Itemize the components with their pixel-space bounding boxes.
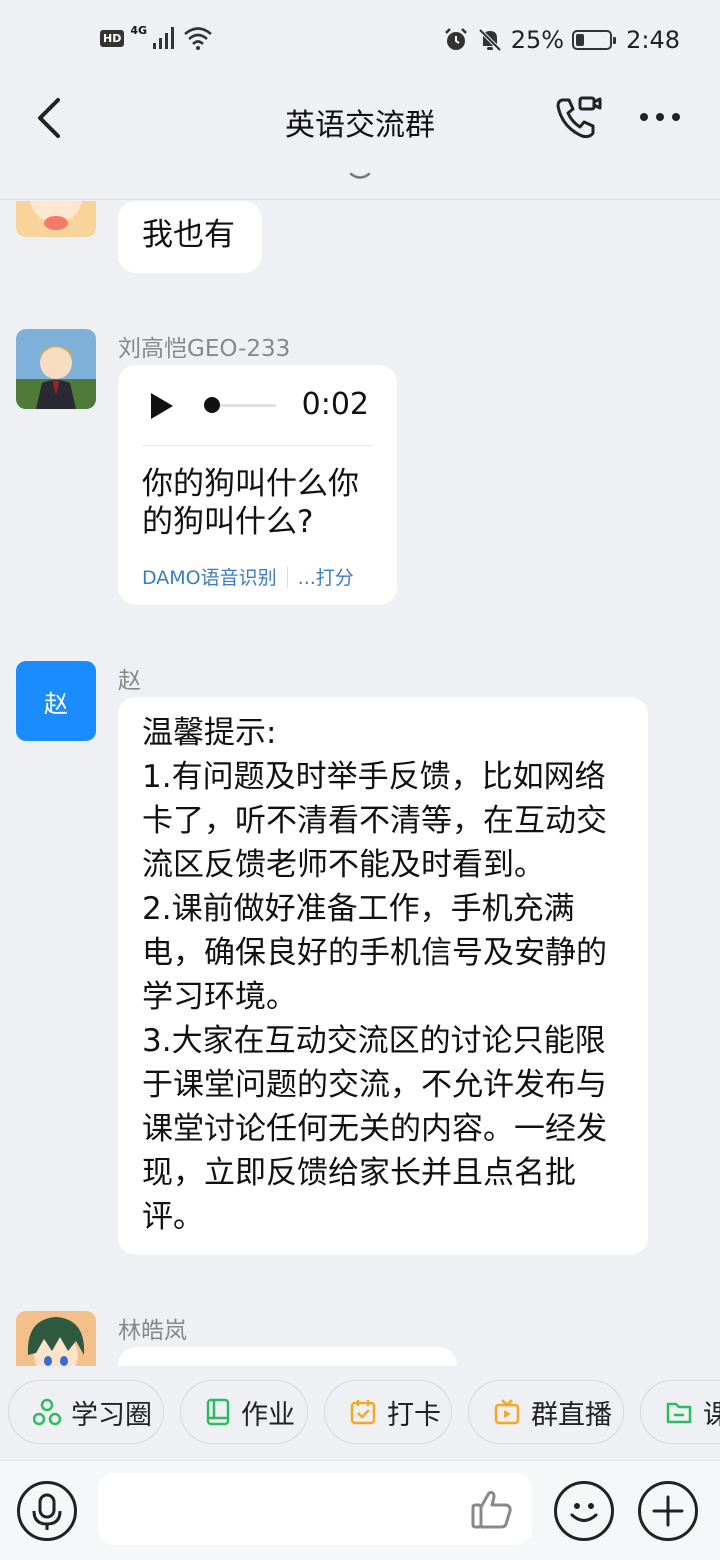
avatar-image [16,329,96,409]
avatar[interactable] [16,329,96,409]
more-button[interactable] [636,102,684,132]
more-icon [640,113,680,121]
message-text: 我也有 [142,217,235,253]
notice-line: 评。 [142,1199,204,1235]
voice-message-bubble[interactable]: 0:02 你的狗叫什么你 的狗叫什么? DAMO语音识别 ...打分 [118,365,397,605]
notice-line: 温馨提示: [142,715,277,751]
signal-icon [153,27,175,49]
battery-icon [572,30,617,50]
folder-icon [666,1402,692,1424]
avatar[interactable]: 赵 [16,661,96,741]
video-call-button[interactable] [554,94,604,140]
shortcut-label: 群直播 [531,1399,612,1431]
hd-badge: HD [100,29,125,47]
input-bar [0,1460,720,1560]
notice-line: 3.大家在互动交流区的讨论只能限 [142,1023,606,1059]
voice-input-button[interactable] [17,1481,77,1541]
mute-bell-icon [478,28,502,52]
divider [142,445,373,446]
notice-line: 1.有问题及时举手反馈，比如网络 [142,759,606,795]
network-status: HD 4G [100,23,213,50]
emoji-button[interactable] [554,1481,614,1541]
alarm-icon [444,28,467,50]
avatar-image [16,201,96,237]
score-link[interactable]: ...打分 [298,563,354,590]
device-status: 25% 2:48 [443,26,680,54]
live-tv-icon [494,1399,520,1425]
group-shortcuts: 学习圈 作业 打卡 群直播 课 [0,1380,720,1446]
avatar[interactable] [16,1311,96,1366]
battery-percent: 25% [510,26,565,54]
checkin-calendar-icon [350,1400,376,1425]
study-circle-icon [33,1398,61,1426]
notice-line: 于课堂问题的交流，不允许发布与 [142,1067,607,1103]
shortcut-study-circle[interactable]: 学习圈 [8,1380,164,1444]
message-input[interactable] [98,1473,532,1545]
message-bubble[interactable]: 温馨提示: 1.有问题及时举手反馈，比如网络 卡了，听不清看不清等，在互动交 流… [118,697,648,1255]
shortcut-label: 作业 [241,1399,295,1431]
notice-line: 电，确保良好的手机信号及安静的 [142,935,607,971]
avatar-text: 赵 [44,689,68,718]
sender-name: 刘高恺GEO-233 [118,336,291,362]
voice-transcript: 你的狗叫什么你 的狗叫什么? [142,466,359,540]
microphone-icon [32,1493,62,1530]
chat-header: 英语交流群 [0,84,720,200]
plus-icon [652,1495,684,1527]
notice-line: 课堂讨论任何无关的内容。一经发 [142,1111,607,1147]
notice-line: 2.课前做好准备工作，手机充满 [142,891,575,927]
homework-book-icon [206,1398,230,1426]
transcript-actions: DAMO语音识别 ...打分 [142,563,354,590]
shortcut-label: 学习圈 [71,1399,152,1431]
thumbs-up-icon[interactable] [470,1487,514,1531]
emoji-icon [570,1503,598,1522]
wifi-icon [184,27,212,50]
voice-progress-knob[interactable] [204,397,220,413]
video-call-icon [556,96,602,139]
damo-recognition-link[interactable]: DAMO语音识别 [142,563,277,590]
play-icon[interactable] [148,391,176,421]
voice-duration: 0:02 [301,387,369,422]
message-bubble[interactable] [118,1347,457,1366]
shortcut-course[interactable]: 课 [640,1380,720,1444]
clock: 2:48 [626,26,680,54]
notice-line: 流区反馈老师不能及时看到。 [142,847,545,883]
net-type: 4G [130,23,148,37]
status-bar: HD 4G 25% 2:48 [0,0,720,84]
message-bubble[interactable]: 我也有 [118,201,262,273]
shortcut-homework[interactable]: 作业 [180,1380,308,1444]
shortcut-label: 打卡 [387,1399,441,1431]
sender-name: 林皓岚 [118,1318,187,1344]
message-list[interactable]: 我也有 刘高恺GEO-233 0:02 你的狗叫什么你 的狗叫什么? DAMO语… [0,201,720,1366]
sender-name: 赵 [118,668,141,694]
notice-line: 卡了，听不清看不清等，在互动交 [142,803,607,839]
voice-progress-track[interactable] [212,404,276,407]
avatar[interactable] [16,201,96,237]
shortcut-checkin[interactable]: 打卡 [324,1380,452,1444]
avatar-image [16,1311,96,1366]
shortcut-live[interactable]: 群直播 [468,1380,624,1444]
notice-line: 现，立即反馈给家长并且点名批 [142,1155,576,1191]
more-actions-button[interactable] [638,1481,698,1541]
notice-line: 学习环境。 [142,979,297,1015]
group-title: 英语交流群 [285,108,435,143]
collapse-chevron-icon[interactable] [345,170,375,184]
divider [286,565,288,588]
shortcut-label: 课 [703,1399,720,1431]
